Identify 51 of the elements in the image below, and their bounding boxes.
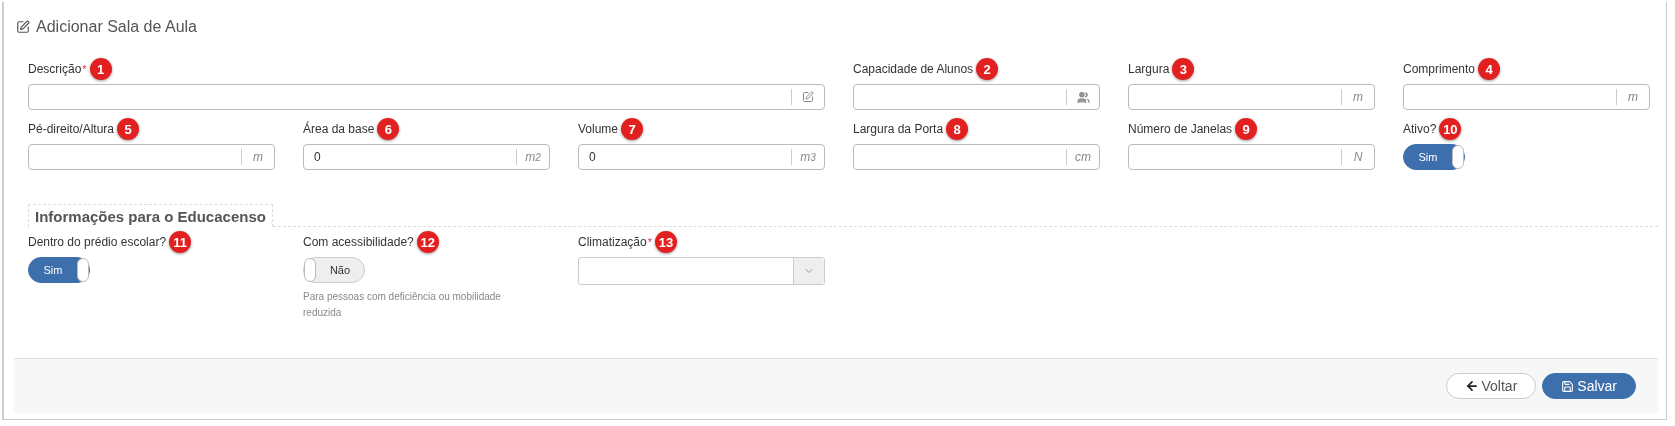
field-label: Com acessibilidade? [303, 235, 414, 249]
field-label: Área da base [303, 122, 375, 136]
unit-label: m [1341, 89, 1374, 105]
input-field[interactable]: cm [853, 144, 1100, 170]
input-field[interactable]: N [1128, 144, 1375, 170]
number-badge: 10 [1439, 118, 1462, 140]
save-button[interactable]: Salvar [1542, 373, 1636, 399]
field-label: Descrição [28, 62, 82, 76]
number-badge: 3 [1172, 58, 1195, 80]
input-field[interactable] [853, 84, 1100, 110]
select-field[interactable] [578, 257, 825, 285]
save-icon [1561, 379, 1575, 393]
required-mark: * [82, 63, 87, 75]
unit-label: m [1616, 89, 1649, 105]
number-badge: 5 [117, 118, 140, 140]
field-label: Climatização [578, 235, 647, 249]
number-badge: 4 [1478, 58, 1501, 80]
field-label: Pé-direito/Altura [28, 122, 115, 136]
number-badge: 9 [1235, 118, 1258, 140]
page-title: Adicionar Sala de Aula [36, 18, 197, 36]
unit-label: m [241, 149, 274, 165]
number-badge: 7 [621, 118, 644, 140]
unit-label: cm [1066, 149, 1099, 165]
field-label: Largura [1128, 62, 1170, 76]
field-label: Número de Janelas [1128, 122, 1233, 136]
required-mark: * [647, 236, 652, 248]
field-label: Volume [578, 122, 619, 136]
field-label: Largura da Porta [853, 122, 944, 136]
edit-icon [16, 20, 30, 34]
input-field[interactable] [28, 84, 825, 110]
field-label: Dentro do prédio escolar? [28, 235, 167, 249]
input-field[interactable]: m [28, 144, 275, 170]
field-label: Ativo? [1403, 122, 1437, 136]
help-text: Para pessoas com deficiência ou mobilidade reduzida [303, 290, 502, 320]
input-field[interactable]: m [1128, 84, 1375, 110]
toggle-switch[interactable]: Sim [28, 257, 90, 283]
section-legend: Informações para o Educacenso [28, 204, 273, 227]
number-badge: 11 [169, 231, 192, 253]
number-badge: 12 [416, 231, 439, 253]
back-button[interactable]: Voltar [1445, 373, 1537, 399]
number-badge: 6 [377, 118, 400, 140]
number-badge: 13 [655, 231, 677, 253]
toggle-switch[interactable]: Sim [1403, 144, 1465, 170]
field-label: Capacidade de Alunos [853, 62, 974, 76]
number-badge: 8 [946, 118, 969, 140]
unit-label: N [1341, 149, 1374, 165]
toggle-switch[interactable]: Não [303, 257, 365, 283]
field-label: Comprimento [1403, 62, 1476, 76]
number-badge: 2 [976, 58, 999, 80]
number-badge: 1 [89, 58, 112, 80]
input-field[interactable]: m [1403, 84, 1650, 110]
